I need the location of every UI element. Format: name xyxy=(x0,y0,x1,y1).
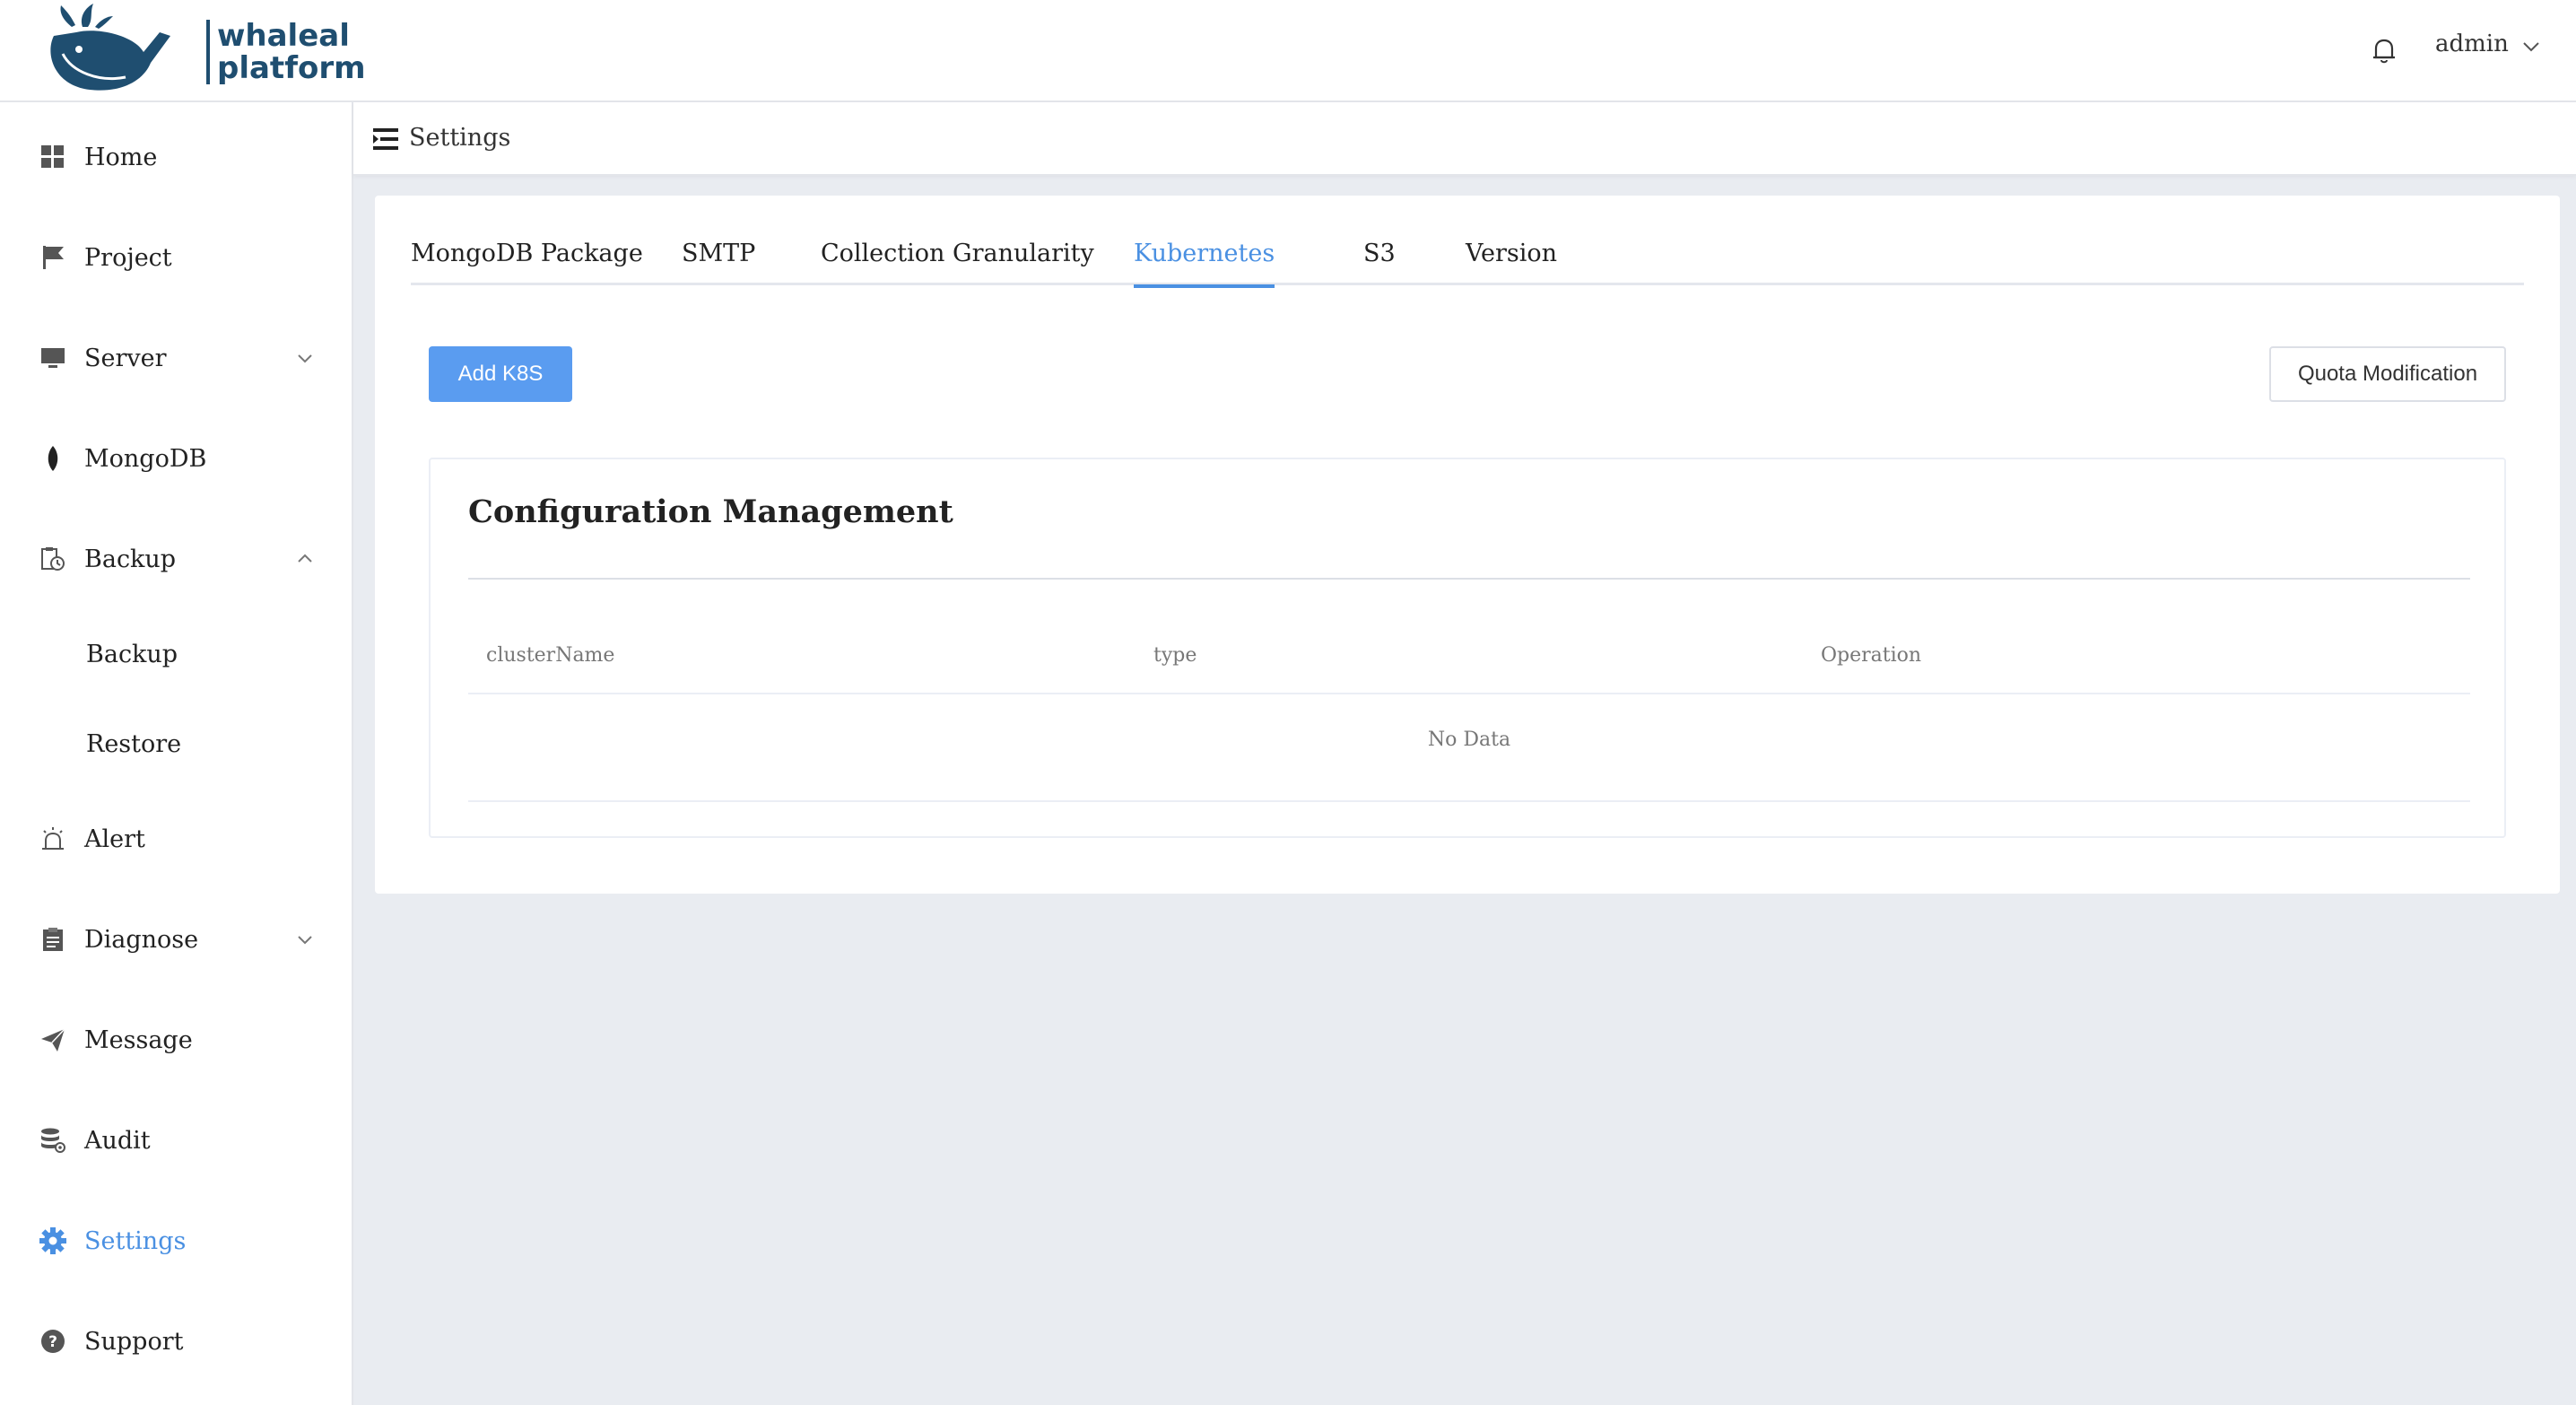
flag-icon xyxy=(38,242,68,273)
settings-card: MongoDB Package SMTP Collection Granular… xyxy=(375,196,2560,894)
sidebar-item-label: Project xyxy=(84,243,172,272)
divider xyxy=(468,693,2470,694)
help-icon: ? xyxy=(38,1326,68,1357)
whale-logo-icon xyxy=(50,4,170,91)
sidebar-item-alert[interactable]: Alert xyxy=(0,807,352,870)
column-header-cluster-name: clusterName xyxy=(486,644,615,667)
sidebar-item-label: MongoDB xyxy=(84,444,207,473)
page-title: Settings xyxy=(409,124,511,152)
svg-text:?: ? xyxy=(48,1333,57,1351)
gear-icon xyxy=(38,1226,68,1256)
tab-kubernetes[interactable]: Kubernetes xyxy=(1134,233,1275,288)
monitor-icon xyxy=(38,343,68,373)
sidebar-item-label: Audit xyxy=(84,1126,151,1155)
tab-mongodb-package[interactable]: MongoDB Package xyxy=(411,233,643,285)
leaf-icon xyxy=(38,443,68,474)
sidebar-item-label: Alert xyxy=(84,825,145,853)
sidebar-item-support[interactable]: ? Support xyxy=(0,1310,352,1373)
sidebar-item-project[interactable]: Project xyxy=(0,226,352,289)
tab-smtp[interactable]: SMTP xyxy=(682,233,755,285)
tab-collection-granularity[interactable]: Collection Granularity xyxy=(821,233,1094,285)
alarm-icon xyxy=(38,824,68,854)
sidebar-item-label: Home xyxy=(84,143,158,171)
divider xyxy=(468,578,2470,580)
menu-fold-icon[interactable] xyxy=(370,126,400,153)
bell-icon[interactable] xyxy=(2368,34,2400,66)
sidebar-item-label: Message xyxy=(84,1025,193,1054)
sidebar-item-label: Backup xyxy=(84,545,177,573)
sidebar-item-label: Server xyxy=(84,344,167,372)
configuration-panel: Configuration Management clusterName typ… xyxy=(429,458,2506,838)
sidebar: Home Project Server MongoDB Backup Backu… xyxy=(0,102,353,1405)
sidebar-subitem-restore[interactable]: Restore xyxy=(0,712,352,775)
logo[interactable]: whaleal platform xyxy=(36,0,366,100)
panel-title: Configuration Management xyxy=(468,493,953,530)
sidebar-item-label: Settings xyxy=(84,1226,187,1255)
sidebar-item-mongodb[interactable]: MongoDB xyxy=(0,427,352,490)
sidebar-item-label: Backup xyxy=(86,640,178,668)
empty-state-text: No Data xyxy=(1427,729,1511,751)
chevron-down-icon xyxy=(298,936,312,945)
backup-icon xyxy=(38,544,68,574)
tab-version[interactable]: Version xyxy=(1466,233,1557,285)
logo-text: whaleal platform xyxy=(206,20,366,84)
tab-s3[interactable]: S3 xyxy=(1363,233,1396,285)
chevron-down-icon[interactable] xyxy=(2520,36,2542,57)
breadcrumb: Settings xyxy=(353,102,2576,176)
sidebar-item-settings[interactable]: Settings xyxy=(0,1209,352,1272)
logo-line-1: whaleal xyxy=(217,18,350,54)
quota-modification-button[interactable]: Quota Modification xyxy=(2269,346,2506,402)
sidebar-item-backup[interactable]: Backup xyxy=(0,528,352,590)
chevron-down-icon xyxy=(298,354,312,363)
settings-tabs: MongoDB Package SMTP Collection Granular… xyxy=(411,233,2524,288)
sidebar-item-home[interactable]: Home xyxy=(0,126,352,188)
column-header-type: type xyxy=(1153,644,1197,667)
column-header-operation: Operation xyxy=(1821,644,1922,667)
database-icon xyxy=(38,1125,68,1156)
sidebar-item-label: Diagnose xyxy=(84,925,199,954)
grid-icon xyxy=(38,142,68,172)
top-header: whaleal platform admin xyxy=(0,0,2576,102)
logo-line-2: platform xyxy=(217,50,366,86)
sidebar-item-label: Support xyxy=(84,1327,184,1356)
sidebar-item-diagnose[interactable]: Diagnose xyxy=(0,908,352,971)
sidebar-item-server[interactable]: Server xyxy=(0,327,352,389)
user-menu[interactable]: admin xyxy=(2435,31,2509,57)
sidebar-subitem-backup[interactable]: Backup xyxy=(0,623,352,685)
paper-plane-icon xyxy=(38,1025,68,1055)
sidebar-item-label: Restore xyxy=(86,729,182,758)
add-k8s-button[interactable]: Add K8S xyxy=(429,346,572,402)
sidebar-item-audit[interactable]: Audit xyxy=(0,1109,352,1172)
divider xyxy=(468,800,2470,802)
sidebar-item-message[interactable]: Message xyxy=(0,1008,352,1071)
clipboard-icon xyxy=(38,924,68,955)
chevron-up-icon xyxy=(298,554,312,563)
